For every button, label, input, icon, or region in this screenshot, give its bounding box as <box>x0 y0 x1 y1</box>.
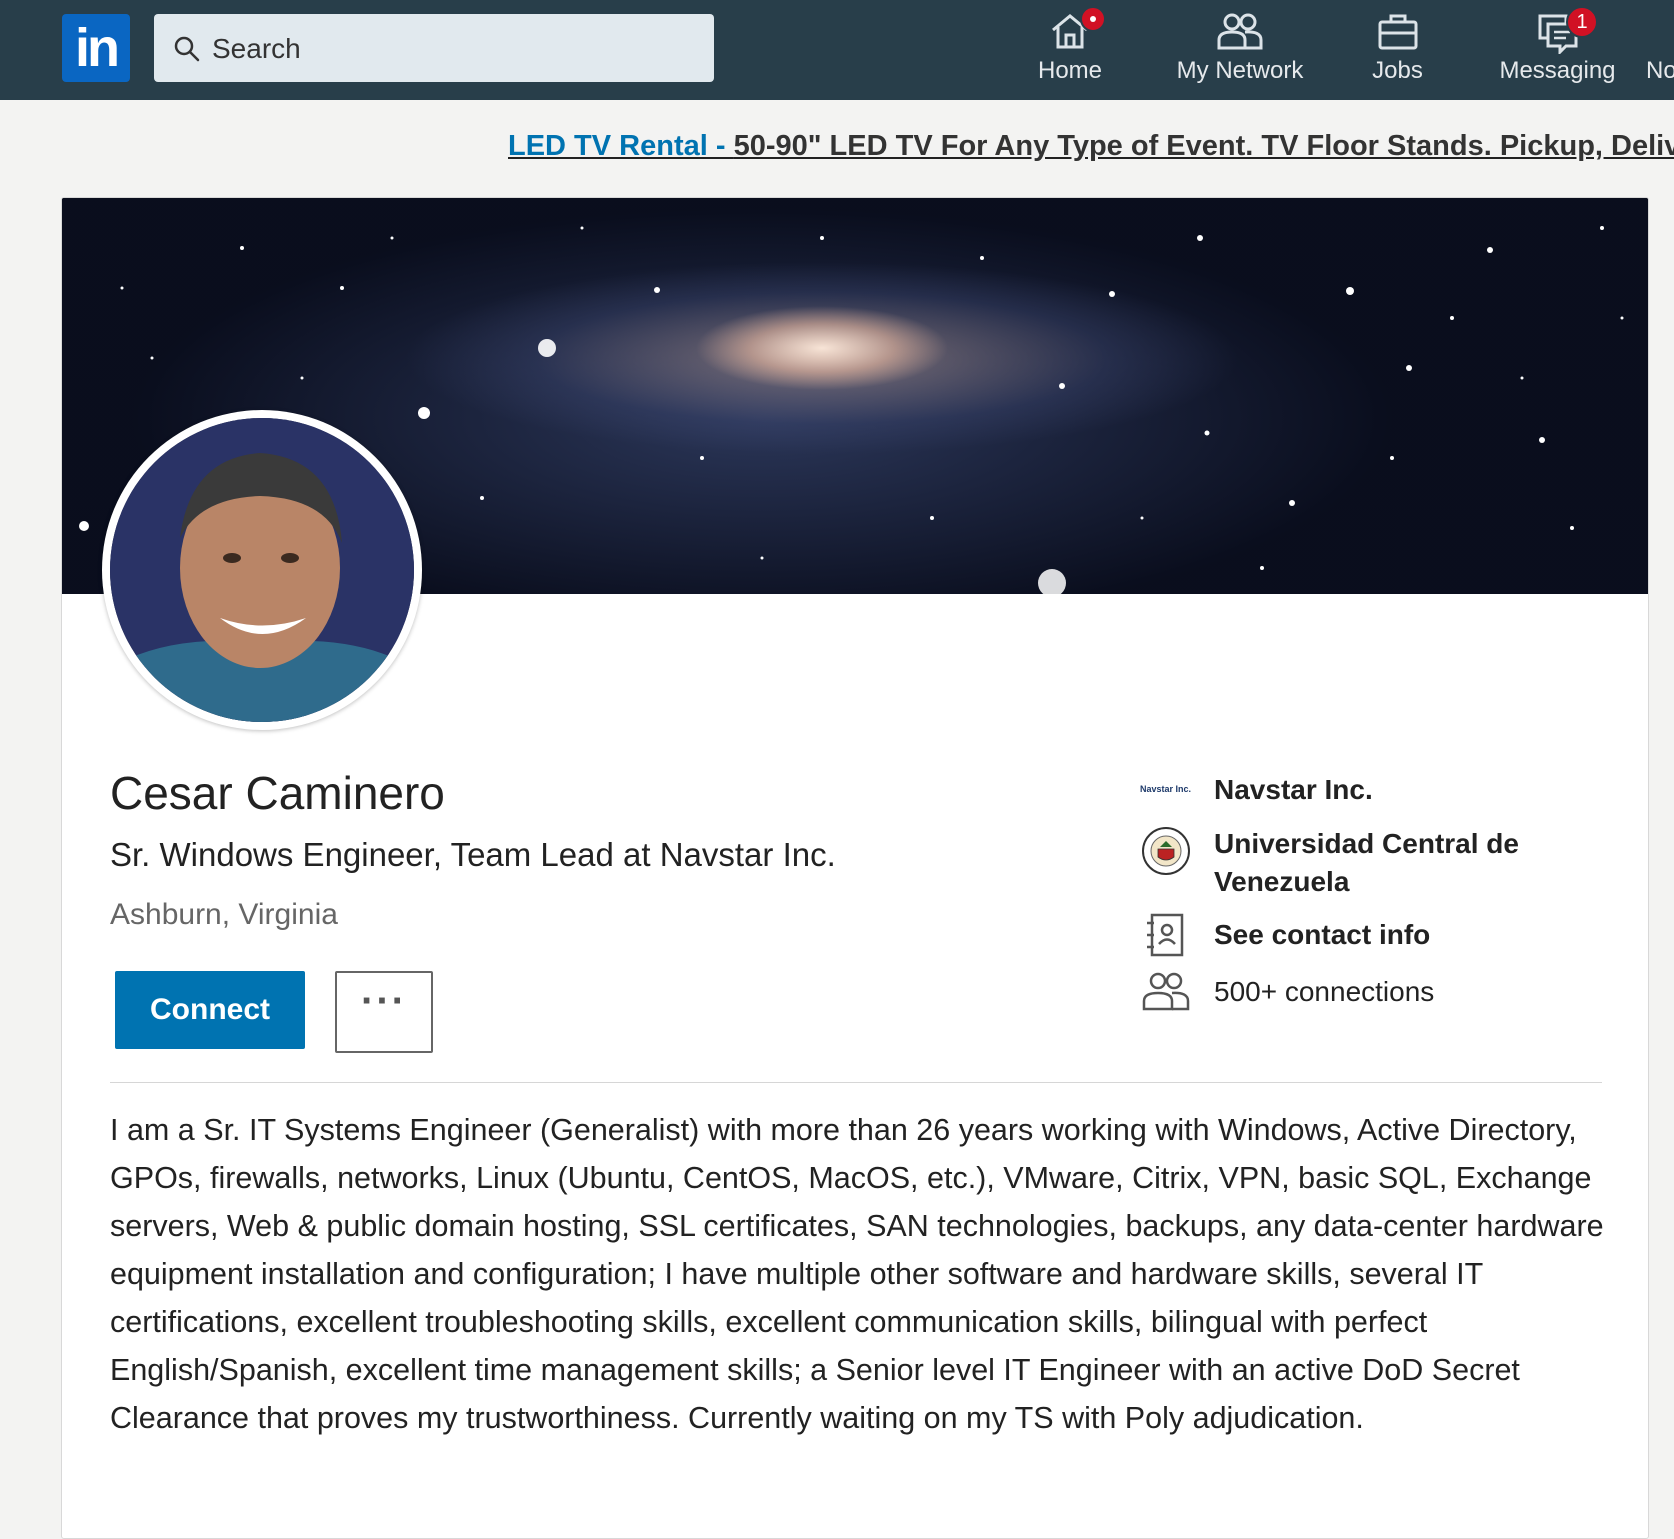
linkedin-logo-icon[interactable]: in <box>62 14 130 82</box>
home-notification-dot <box>1080 6 1106 32</box>
avatar <box>110 418 414 722</box>
connections-icon <box>1140 965 1192 1017</box>
nav-messaging-label: Messaging <box>1499 57 1616 84</box>
nav-jobs[interactable]: Jobs <box>1340 10 1455 96</box>
see-contact-info-link[interactable]: See contact info <box>1214 916 1430 954</box>
nav-home-label: Home <box>1037 57 1103 84</box>
profile-headline: Sr. Windows Engineer, Team Lead at Navst… <box>110 836 836 873</box>
search-icon <box>174 36 200 62</box>
nav-notifications[interactable]: No <box>1646 10 1674 96</box>
profile-photo[interactable] <box>102 410 422 730</box>
my-network-icon <box>1217 13 1263 50</box>
nav-my-network[interactable]: My Network <box>1160 10 1320 96</box>
ad-link[interactable]: LED TV Rental - <box>508 130 734 162</box>
ad-text[interactable]: 50-90" LED TV For Any Type of Event. TV … <box>734 130 1674 162</box>
section-divider <box>110 1082 1602 1083</box>
school-name[interactable]: Universidad Central de Venezuela <box>1214 825 1594 901</box>
nav-messaging[interactable]: 1 Messaging <box>1490 6 1625 96</box>
nav-jobs-label: Jobs <box>1372 57 1423 84</box>
profile-location: Ashburn, Virginia <box>110 898 338 931</box>
messaging-badge: 1 <box>1566 6 1598 38</box>
nav-my-network-label: My Network <box>1176 57 1304 84</box>
contact-card-icon <box>1140 909 1192 961</box>
jobs-icon <box>1378 14 1417 50</box>
top-nav-bar: in Home My Network Jobs 1 Messaging No <box>0 0 1674 100</box>
profile-card: Cesar Caminero Sr. Windows Engineer, Tea… <box>61 197 1649 1539</box>
search-input[interactable] <box>210 14 694 84</box>
nav-home[interactable]: Home <box>1010 6 1130 96</box>
search-box[interactable] <box>154 14 714 84</box>
navstar-logo: Navstar Inc. <box>1140 784 1192 794</box>
more-icon: ··· <box>361 979 407 1023</box>
more-actions-button[interactable]: ··· <box>335 971 433 1053</box>
connect-button[interactable]: Connect <box>115 971 305 1049</box>
nav-notifications-label: No <box>1646 57 1674 84</box>
connections-text[interactable]: 500+ connections <box>1214 973 1434 1011</box>
company-name[interactable]: Navstar Inc. <box>1214 771 1373 809</box>
profile-name: Cesar Caminero <box>110 767 445 819</box>
university-seal-icon <box>1140 825 1192 877</box>
profile-summary: I am a Sr. IT Systems Engineer (Generali… <box>110 1113 1604 1435</box>
sponsored-ad[interactable]: LED TV Rental - 50-90" LED TV For Any Ty… <box>508 130 1674 163</box>
